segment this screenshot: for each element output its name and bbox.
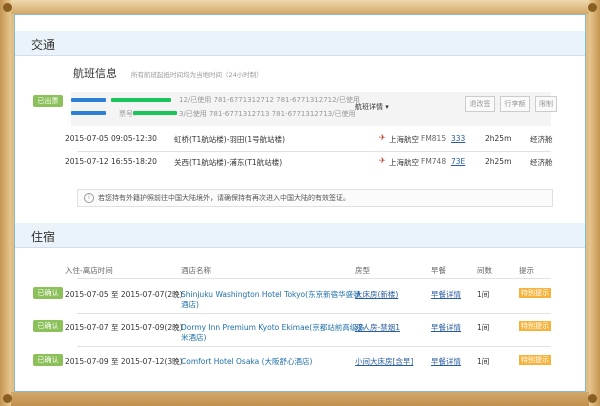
airline-logo-icon: ✈ <box>379 133 386 142</box>
cabin-class: 经济舱 <box>530 135 553 144</box>
aircraft-type-link[interactable]: 73E <box>451 157 465 166</box>
room-count: 1间 <box>477 323 490 332</box>
flight-number: FM748 <box>421 157 447 166</box>
breakfast-details-link[interactable]: 早餐详情 <box>431 356 461 367</box>
corner-nail-icon <box>588 3 597 12</box>
transport-section-header: 交通 <box>15 31 585 56</box>
flight-info-title: 航班信息 <box>73 67 117 80</box>
hotel-name-link-cont[interactable]: 米酒店) <box>181 332 206 343</box>
row-divider <box>77 151 551 152</box>
special-tip-tag[interactable]: 特别提示 <box>519 321 551 331</box>
stay-dates: 2015-07-09 至 2015-07-12(3晚) <box>65 357 183 366</box>
refund-change-button[interactable]: 退改签 <box>465 96 495 112</box>
passenger-id-redacted <box>111 98 171 102</box>
flight-time: 16:55-18:20 <box>111 157 157 166</box>
hotel-status-badge: 已确认 <box>33 320 63 332</box>
breakfast-details-link[interactable]: 早餐详情 <box>431 289 461 300</box>
hotel-name-link[interactable]: Dormy Inn Premium Kyoto Ekimae(京都站前高级多 <box>181 322 365 333</box>
cabin-class: 经济舱 <box>530 158 553 167</box>
room-type-link[interactable]: 小间大床房[含早] <box>355 356 413 367</box>
hotel-name-link-cont[interactable]: 酒店) <box>181 299 199 310</box>
corner-nail-icon <box>588 394 597 403</box>
hotel-status-badge: 已确认 <box>33 287 63 299</box>
column-header-tip: 提示 <box>519 266 534 275</box>
hotel-section-title: 住宿 <box>31 230 56 244</box>
flight-duration: 2h25m <box>485 134 512 143</box>
passenger-id-redacted <box>133 111 177 115</box>
column-header-dates: 入住-离店时间 <box>65 266 113 275</box>
airline-name: 上海航空 <box>389 158 419 167</box>
hotel-name-link[interactable]: Shinjuku Washington Hotel Tokyo(东京新宿华盛顿 <box>181 289 361 300</box>
flight-route: 虹桥(T1航站楼)-羽田(1号航站楼) <box>174 135 286 144</box>
caret-down-icon: ▾ <box>385 103 389 111</box>
visa-notice-text: 若您持有外籍护照前往中国大陆境外，请确保持有再次进入中国大陆的有效签证。 <box>98 194 350 202</box>
aircraft-type-link[interactable]: 333 <box>451 134 465 143</box>
column-header-breakfast: 早餐 <box>431 266 446 275</box>
column-header-room: 房型 <box>355 266 370 275</box>
itinerary-page: 交通 已出票 航班信息 所有航班起抵时间均为当地时间（24小时制） 12/已使用… <box>14 14 586 392</box>
baggage-button[interactable]: 行李额 <box>500 96 530 112</box>
ticket-status-badge: 已出票 <box>33 95 63 107</box>
hotel-name-link[interactable]: Comfort Hotel Osaka (大阪舒心酒店) <box>181 356 312 367</box>
row-divider <box>77 313 551 314</box>
column-header-hotel: 酒店名称 <box>181 266 211 275</box>
flight-info-note: 所有航班起抵时间均为当地时间（24小时制） <box>131 71 263 79</box>
visa-notice: i 若您持有外籍护照前往中国大陆境外，请确保持有再次进入中国大陆的有效签证。 <box>77 189 553 207</box>
stay-dates: 2015-07-07 至 2015-07-09(2晚) <box>65 323 183 332</box>
special-tip-tag[interactable]: 特别提示 <box>519 288 551 298</box>
flight-time: 09:05-12:30 <box>111 134 157 143</box>
info-icon: i <box>84 193 94 203</box>
ticket-number-1: 12/已使用 781-6771312712 781-6771312712/已使用 <box>179 96 360 104</box>
frame-top <box>0 0 600 14</box>
frame-bottom <box>0 392 600 406</box>
flight-route: 关西(T1航站楼)-浦东(T1航站楼) <box>174 158 283 167</box>
corner-nail-icon <box>3 394 12 403</box>
room-type-link[interactable]: 大床房(新楼) <box>355 289 398 300</box>
breakfast-details-link[interactable]: 早餐详情 <box>431 322 461 333</box>
corner-nail-icon <box>3 3 12 12</box>
room-count: 1间 <box>477 357 490 366</box>
column-header-rooms: 间数 <box>477 266 492 275</box>
passenger-name-redacted <box>71 98 106 102</box>
airline-logo-icon: ✈ <box>379 156 386 165</box>
flight-date: 2015-07-12 <box>65 157 109 166</box>
room-count: 1间 <box>477 290 490 299</box>
airline-name: 上海航空 <box>389 135 419 144</box>
special-tip-tag[interactable]: 特别提示 <box>519 355 551 365</box>
passenger-name-redacted <box>71 111 106 115</box>
transport-section-title: 交通 <box>31 38 56 52</box>
row-divider <box>77 346 551 347</box>
hotel-status-badge: 已确认 <box>33 354 63 366</box>
flight-duration: 2h25m <box>485 157 512 166</box>
ticket-number-2: 3/已使用 781-6771312713 781-6771312713/已使用 <box>179 110 356 118</box>
flight-number: FM815 <box>421 134 447 143</box>
room-type-link[interactable]: 双人房-禁烟1 <box>355 322 400 333</box>
row-divider <box>77 278 551 279</box>
flight-date: 2015-07-05 <box>65 134 109 143</box>
restriction-button[interactable]: 限制 <box>535 96 557 112</box>
hotel-section-header: 住宿 <box>15 223 585 248</box>
frame-left <box>0 0 11 406</box>
flight-details-link[interactable]: 航班详情 ▾ <box>355 102 389 112</box>
frame-right <box>589 0 600 406</box>
stay-dates: 2015-07-05 至 2015-07-07(2晚) <box>65 290 183 299</box>
